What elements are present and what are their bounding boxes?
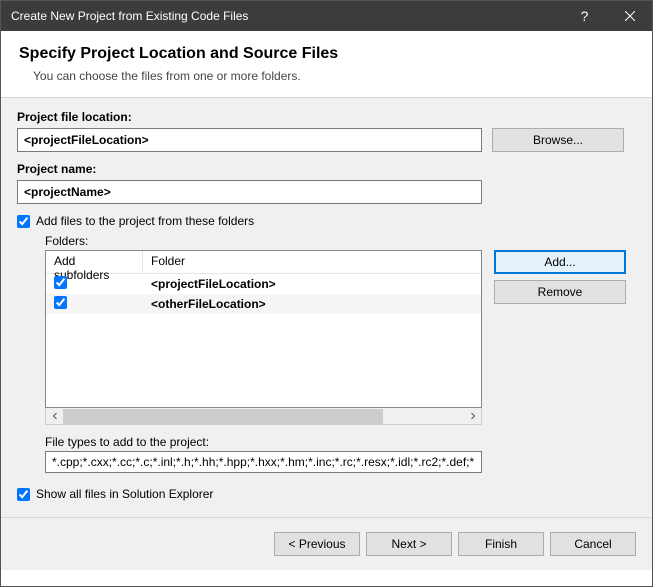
- wizard-footer: < Previous Next > Finish Cancel: [1, 517, 652, 570]
- add-folders-checkbox[interactable]: [17, 215, 30, 228]
- horizontal-scrollbar[interactable]: [45, 408, 482, 425]
- wizard-body: Project file location: Browse... Project…: [1, 98, 652, 517]
- previous-button[interactable]: < Previous: [274, 532, 360, 556]
- scroll-left-button[interactable]: [46, 409, 63, 424]
- chevron-left-icon: [51, 412, 59, 420]
- browse-button[interactable]: Browse...: [492, 128, 624, 152]
- remove-button[interactable]: Remove: [494, 280, 626, 304]
- show-all-label: Show all files in Solution Explorer: [36, 487, 213, 501]
- folders-label: Folders:: [45, 234, 636, 248]
- row-folder-path: <otherFileLocation>: [143, 297, 481, 311]
- page-title: Specify Project Location and Source File…: [19, 45, 634, 63]
- add-button[interactable]: Add...: [494, 250, 626, 274]
- name-input[interactable]: [17, 180, 482, 204]
- name-label: Project name:: [17, 162, 636, 176]
- close-icon: [625, 11, 635, 21]
- chevron-right-icon: [469, 412, 477, 420]
- scroll-track[interactable]: [63, 409, 464, 424]
- col-folder[interactable]: Folder: [143, 251, 481, 273]
- help-button[interactable]: ?: [562, 1, 607, 31]
- scroll-thumb[interactable]: [63, 409, 383, 424]
- window-title: Create New Project from Existing Code Fi…: [11, 9, 562, 23]
- page-subtitle: You can choose the files from one or mor…: [33, 69, 634, 83]
- title-bar: Create New Project from Existing Code Fi…: [1, 1, 652, 31]
- show-all-checkbox[interactable]: [17, 488, 30, 501]
- scroll-right-button[interactable]: [464, 409, 481, 424]
- row-folder-path: <projectFileLocation>: [143, 277, 481, 291]
- close-button[interactable]: [607, 1, 652, 31]
- col-add-subfolders[interactable]: Add subfolders: [46, 251, 143, 273]
- table-header: Add subfolders Folder: [46, 251, 481, 274]
- location-input[interactable]: [17, 128, 482, 152]
- filetypes-input[interactable]: [45, 451, 482, 473]
- row-subfolders-checkbox[interactable]: [54, 276, 67, 289]
- table-row[interactable]: <projectFileLocation>: [46, 274, 481, 294]
- next-button[interactable]: Next >: [366, 532, 452, 556]
- add-folders-label: Add files to the project from these fold…: [36, 214, 254, 228]
- filetypes-label: File types to add to the project:: [45, 435, 636, 449]
- folders-table[interactable]: Add subfolders Folder <projectFileLocati…: [45, 250, 482, 408]
- wizard-header: Specify Project Location and Source File…: [1, 31, 652, 98]
- location-label: Project file location:: [17, 110, 636, 124]
- cancel-button[interactable]: Cancel: [550, 532, 636, 556]
- row-subfolders-checkbox[interactable]: [54, 296, 67, 309]
- finish-button[interactable]: Finish: [458, 532, 544, 556]
- table-row[interactable]: <otherFileLocation>: [46, 294, 481, 314]
